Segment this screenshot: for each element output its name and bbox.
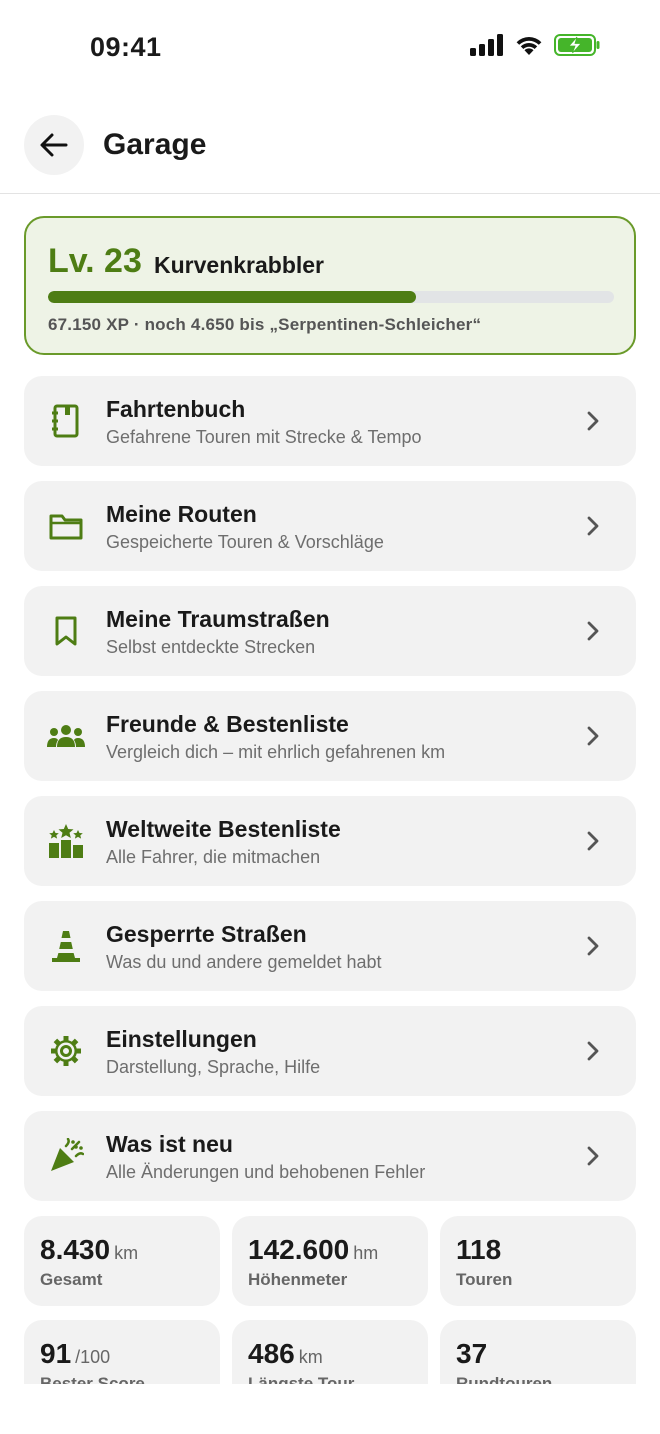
menu-title: Gesperrte Straßen <box>106 921 307 947</box>
menu-title: Einstellungen <box>106 1026 257 1052</box>
chevron-right-icon <box>587 726 599 746</box>
battery-charging-icon <box>554 34 600 56</box>
stat-label: Höhenmeter <box>248 1270 348 1289</box>
stat-unit: /100 <box>75 1347 111 1367</box>
menu-title: Was ist neu <box>106 1131 233 1157</box>
status-bar: 09:41 <box>0 0 660 96</box>
status-icons <box>470 34 600 56</box>
stat-value: 142.600 hm <box>248 1234 379 1265</box>
stat-value: 37 <box>456 1338 488 1369</box>
menu-item-weltweite-bestenliste[interactable]: Weltweite Bestenliste Alle Fahrer, die m… <box>24 796 636 886</box>
level-card[interactable]: Lv. 23 Kurvenkrabbler 67.150 XP · noch 4… <box>24 216 636 355</box>
menu-subtitle: Selbst entdeckte Strecken <box>106 637 316 657</box>
menu-item-fahrtenbuch[interactable]: Fahrtenbuch Gefahrene Touren mit Strecke… <box>24 376 636 466</box>
stat-tile-hoehenmeter: 142.600 hm Höhenmeter <box>232 1216 428 1306</box>
gear-icon <box>46 1032 86 1070</box>
chevron-right-icon <box>587 831 599 851</box>
bottom-safe-area <box>0 1384 660 1434</box>
xp-progress-bar <box>48 291 614 303</box>
chevron-right-icon <box>587 1041 599 1061</box>
back-button[interactable] <box>24 115 84 175</box>
xp-text: 67.150 XP · noch 4.650 bis „Serpentinen-… <box>48 315 482 334</box>
menu-subtitle: Gefahrene Touren mit Strecke & Tempo <box>106 427 422 447</box>
stat-label: Touren <box>456 1270 513 1289</box>
menu-subtitle: Was du und andere gemeldet habt <box>106 952 382 972</box>
folder-icon <box>46 507 86 545</box>
menu-item-was-ist-neu[interactable]: Was ist neu Alle Änderungen und behobene… <box>24 1111 636 1201</box>
traffic-cone-icon <box>46 927 86 965</box>
menu-subtitle: Alle Fahrer, die mitmachen <box>106 847 321 867</box>
menu-item-freunde-bestenliste[interactable]: Freunde & Bestenliste Vergleich dich – m… <box>24 691 636 781</box>
stat-value: 486 km <box>248 1338 323 1369</box>
bookmark-icon <box>46 612 86 650</box>
menu-title: Weltweite Bestenliste <box>106 816 341 842</box>
menu-subtitle: Alle Änderungen und behobenen Fehler <box>106 1162 426 1182</box>
party-popper-icon <box>46 1137 86 1175</box>
menu-title: Fahrtenbuch <box>106 396 246 422</box>
stat-tile-touren: 118 Touren <box>440 1216 636 1306</box>
level-name: Kurvenkrabbler <box>154 252 325 278</box>
chevron-right-icon <box>587 936 599 956</box>
leaderboard-stars-icon <box>46 822 86 860</box>
header: Garage <box>0 96 660 194</box>
menu-title: Meine Traumstraßen <box>106 606 330 632</box>
xp-progress-fill <box>48 291 416 303</box>
level-label: Lv. 23 <box>48 242 142 280</box>
stat-unit: km <box>114 1243 139 1263</box>
group-icon <box>46 717 86 755</box>
signal-icon <box>470 34 503 56</box>
chevron-right-icon <box>587 621 599 641</box>
logbook-icon <box>46 402 86 440</box>
menu-subtitle: Gespeicherte Touren & Vorschläge <box>106 532 384 552</box>
page-title: Garage <box>103 128 207 161</box>
stat-tile-gesamt: 8.430 km Gesamt <box>24 1216 220 1306</box>
menu-subtitle: Vergleich dich – mit ehrlich gefahrenen … <box>106 742 446 762</box>
chevron-right-icon <box>587 411 599 431</box>
wifi-icon <box>516 37 542 55</box>
menu-item-meine-routen[interactable]: Meine Routen Gespeicherte Touren & Vorsc… <box>24 481 636 571</box>
menu-subtitle: Darstellung, Sprache, Hilfe <box>106 1057 321 1077</box>
menu-item-gesperrte-strassen[interactable]: Gesperrte Straßen Was du und andere geme… <box>24 901 636 991</box>
stat-value: 91/100 <box>40 1338 111 1369</box>
menu-title: Meine Routen <box>106 501 257 527</box>
chevron-right-icon <box>587 1146 599 1166</box>
stat-label: Gesamt <box>40 1270 103 1289</box>
menu-item-traumstrassen[interactable]: Meine Traumstraßen Selbst entdeckte Stre… <box>24 586 636 676</box>
arrow-left-icon <box>40 133 68 157</box>
stat-unit: km <box>298 1347 323 1367</box>
stat-unit: hm <box>353 1243 379 1263</box>
stat-value: 118 <box>456 1234 502 1265</box>
status-time: 09:41 <box>90 32 162 62</box>
chevron-right-icon <box>587 516 599 536</box>
stat-value: 8.430 km <box>40 1234 139 1265</box>
menu-title: Freunde & Bestenliste <box>106 711 349 737</box>
menu-item-einstellungen[interactable]: Einstellungen Darstellung, Sprache, Hilf… <box>24 1006 636 1096</box>
